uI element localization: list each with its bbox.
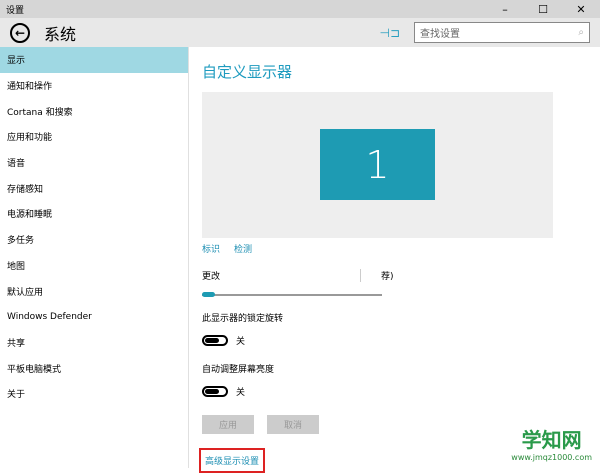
sidebar-item[interactable]: 关于 — [0, 381, 188, 407]
rotation-lock-toggle[interactable] — [202, 335, 228, 346]
sidebar-item[interactable]: 存储感知 — [0, 175, 188, 201]
rotation-lock-state: 关 — [236, 337, 246, 347]
search-input[interactable]: 查找设置 ⌕ — [414, 22, 590, 43]
close-button[interactable]: ✕ — [562, 3, 600, 16]
minimize-button[interactable]: – — [486, 3, 524, 16]
section-title: 自定义显示器 — [202, 63, 293, 81]
window-title: 设置 — [6, 5, 25, 16]
scale-slider[interactable] — [202, 292, 382, 297]
sidebar-item[interactable]: 显示 — [0, 47, 188, 73]
pin-icon[interactable]: ⊣⊐ — [379, 26, 400, 40]
watermark: 学知网 www.jmqz1000.com — [511, 424, 592, 462]
page-title: 系统 — [44, 24, 77, 44]
search-icon: ⌕ — [578, 27, 584, 38]
auto-brightness-label: 自动调整屏幕亮度 — [202, 365, 275, 375]
advanced-display-settings-link[interactable]: 高级显示设置 — [199, 448, 266, 473]
back-button[interactable]: ← — [10, 22, 30, 43]
search-placeholder: 查找设置 — [420, 29, 460, 40]
watermark-url: www.jmqz1000.com — [511, 453, 592, 462]
sidebar-item[interactable]: Windows Defender — [0, 304, 188, 330]
display-preview: 1 — [202, 92, 553, 238]
title-bar: 设置 – ☐ ✕ — [0, 0, 600, 18]
sidebar-item[interactable]: 多任务 — [0, 227, 188, 253]
rotation-lock-label: 此显示器的锁定旋转 — [202, 314, 284, 324]
display-settings: 自定义显示器 1 标识 检测 更改 荐) 此显示器的锁定旋转 关 自动调整屏幕亮… — [189, 47, 600, 473]
auto-brightness-state: 关 — [236, 388, 246, 398]
auto-brightness-toggle[interactable] — [202, 386, 228, 397]
sidebar-item[interactable]: Cortana 和搜索 — [0, 98, 188, 124]
header: ← 系统 ⊣⊐ 查找设置 ⌕ — [0, 18, 600, 47]
scale-value: 荐) — [360, 269, 394, 282]
apply-button[interactable]: 应用 — [202, 415, 254, 434]
sidebar-item[interactable]: 共享 — [0, 330, 188, 356]
cancel-button[interactable]: 取消 — [267, 415, 319, 434]
sidebar-item[interactable]: 地图 — [0, 253, 188, 279]
sidebar-item[interactable]: 电源和睡眠 — [0, 201, 188, 227]
identify-link[interactable]: 标识 — [202, 242, 220, 255]
maximize-button[interactable]: ☐ — [524, 3, 562, 16]
sidebar-item[interactable]: 应用和功能 — [0, 124, 188, 150]
back-arrow-icon: ← — [14, 25, 26, 40]
sidebar-item[interactable]: 平板电脑模式 — [0, 355, 188, 381]
sidebar: 显示 通知和操作 Cortana 和搜索 应用和功能 语音 存储感知 电源和睡眠 多任务 地图默… — [0, 47, 189, 468]
scale-label: 更改 — [202, 272, 221, 282]
sidebar-item[interactable]: 默认应用 — [0, 278, 188, 304]
monitor-1[interactable]: 1 — [320, 129, 435, 200]
slider-thumb[interactable] — [202, 292, 215, 297]
sidebar-item[interactable]: 通知和操作 — [0, 73, 188, 99]
sidebar-item[interactable]: 语音 — [0, 150, 188, 176]
watermark-name: 学知网 — [521, 428, 582, 452]
detect-link[interactable]: 检测 — [234, 242, 252, 255]
